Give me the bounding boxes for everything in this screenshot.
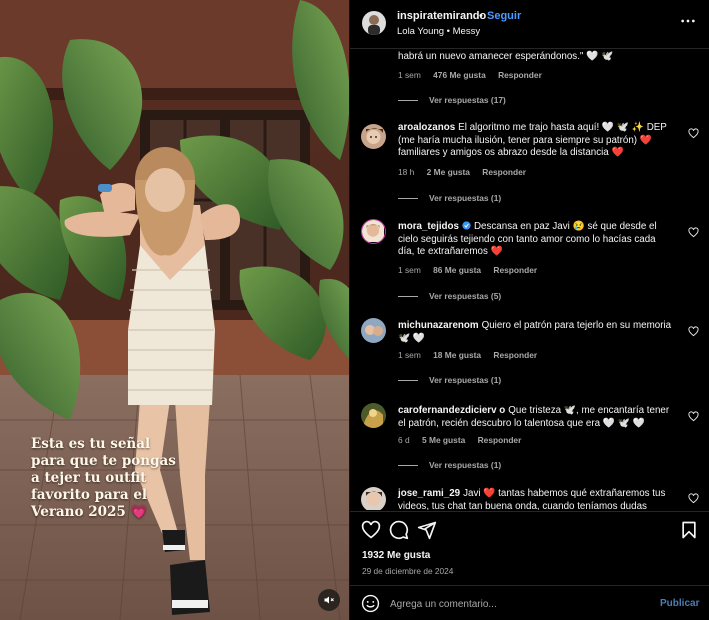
comment-time: 18 h: [398, 167, 415, 177]
comment-body: mora_tejidos Descansa en paz Javi 😢 sé qu…: [398, 221, 673, 259]
comment-time: 6 d: [398, 435, 410, 445]
reply-button[interactable]: Responder: [482, 167, 526, 177]
replies-line: [398, 100, 418, 102]
comment-username[interactable]: carofernandezdicierv o: [398, 405, 505, 416]
comment-time: 1 sem: [398, 350, 421, 360]
commenter-avatar[interactable]: [361, 487, 386, 510]
comment-likes[interactable]: 2 Me gusta: [427, 167, 470, 177]
bookmark-icon[interactable]: [679, 520, 699, 540]
comment-username[interactable]: aroalozanos: [398, 122, 455, 133]
view-replies[interactable]: Ver respuestas (5): [398, 291, 501, 301]
comment-likes[interactable]: 86 Me gusta: [433, 265, 481, 275]
replies-line: [398, 296, 418, 298]
replies-line: [398, 465, 418, 467]
view-replies-label: Ver respuestas (1): [429, 193, 502, 203]
avatar-image: [361, 318, 386, 343]
comment-likes[interactable]: 5 Me gusta: [422, 435, 465, 445]
avatar-image: [361, 124, 386, 149]
comment-heart-icon[interactable]: [688, 128, 699, 139]
comment-body: carofernandezdicierv o Que tristeza 🕊️, m…: [398, 405, 673, 430]
publish-button[interactable]: Publicar: [660, 598, 699, 609]
comments-list[interactable]: habrá un nuevo amanecer esperándonos." 🤍…: [350, 50, 709, 510]
view-replies-label: Ver respuestas (17): [429, 95, 506, 105]
comment-meta: 18 h 2 Me gusta Responder: [398, 167, 536, 177]
emoji-icon[interactable]: [361, 594, 380, 613]
post-header: inspiratemirando • Seguir Lola Young • M…: [350, 0, 709, 49]
comment-heart-icon[interactable]: [688, 493, 699, 504]
replies-line: [398, 198, 418, 200]
comment-composer: Publicar: [350, 585, 709, 620]
follow-button[interactable]: Seguir: [487, 10, 521, 22]
comment-body: jose_rami_29 Javi ❤️ tantas habemos qué e…: [398, 488, 673, 510]
post-media[interactable]: Esta es tu señal para que te pongas a te…: [0, 0, 350, 620]
view-replies-label: Ver respuestas (5): [429, 291, 502, 301]
commenter-avatar[interactable]: [361, 124, 386, 149]
comment-icon[interactable]: [389, 520, 409, 540]
post-actions: 1932 Me gusta 29 de diciembre de 2024: [350, 511, 709, 586]
view-replies-label: Ver respuestas (1): [429, 460, 502, 470]
audio-track[interactable]: Lola Young • Messy: [397, 26, 480, 37]
view-replies[interactable]: Ver respuestas (1): [398, 460, 501, 470]
comment-heart-icon[interactable]: [688, 411, 699, 422]
avatar-image: [361, 403, 386, 428]
post-date: 29 de diciembre de 2024: [362, 566, 454, 576]
commenter-avatar[interactable]: [361, 403, 386, 428]
view-replies[interactable]: Ver respuestas (1): [398, 193, 501, 203]
comment-body: michunazarenom Quiero el patrón para teje…: [398, 320, 673, 345]
comment-time: 1 sem: [398, 265, 421, 275]
commenter-avatar[interactable]: [361, 318, 386, 343]
post-details-panel: inspiratemirando • Seguir Lola Young • M…: [350, 0, 709, 620]
more-horizontal-icon[interactable]: [680, 14, 696, 28]
reply-button[interactable]: Responder: [498, 70, 542, 80]
video-frame: [0, 0, 350, 620]
comment-text: habrá un nuevo amanecer esperándonos." 🤍…: [398, 50, 614, 62]
comment-likes[interactable]: 476 Me gusta: [433, 70, 486, 80]
comment-input[interactable]: [390, 595, 640, 613]
reply-button[interactable]: Responder: [478, 435, 522, 445]
send-icon[interactable]: [417, 520, 437, 540]
reply-button[interactable]: Responder: [493, 265, 537, 275]
heart-icon[interactable]: [361, 520, 381, 540]
avatar-image: [362, 11, 386, 35]
mute-button[interactable]: [318, 589, 340, 611]
reply-button[interactable]: Responder: [493, 350, 537, 360]
avatar-image: [361, 487, 386, 510]
verified-badge-icon: [462, 221, 471, 230]
comment-username[interactable]: jose_rami_29: [398, 488, 460, 499]
view-replies[interactable]: Ver respuestas (1): [398, 375, 501, 385]
comment-body: aroalozanos El algoritmo me trajo hasta a…: [398, 122, 673, 160]
comment-username[interactable]: mora_tejidos: [398, 221, 459, 232]
video-caption-overlay: Esta es tu señal para que te pongas a te…: [31, 436, 176, 520]
commenter-avatar[interactable]: [361, 219, 386, 244]
comment-time: 1 sem: [398, 70, 421, 80]
comment-meta: 1 sem 18 Me gusta Responder: [398, 350, 547, 360]
avatar-image: [362, 220, 384, 242]
comment-heart-icon[interactable]: [688, 227, 699, 238]
author-avatar[interactable]: [362, 11, 386, 35]
comment-meta: 6 d 5 Me gusta Responder: [398, 435, 531, 445]
view-replies-label: Ver respuestas (1): [429, 375, 502, 385]
comment-username[interactable]: michunazarenom: [398, 320, 479, 331]
likes-count[interactable]: 1932 Me gusta: [362, 550, 430, 561]
view-replies[interactable]: Ver respuestas (17): [398, 95, 506, 105]
author-username[interactable]: inspiratemirando: [397, 10, 486, 22]
comment-meta: 1 sem 86 Me gusta Responder: [398, 265, 547, 275]
header-separator: •: [479, 10, 483, 22]
comment-heart-icon[interactable]: [688, 326, 699, 337]
speaker-muted-icon: [324, 596, 334, 604]
replies-line: [398, 380, 418, 382]
comment-meta: 1 sem 476 Me gusta Responder: [398, 70, 552, 80]
comment-likes[interactable]: 18 Me gusta: [433, 350, 481, 360]
